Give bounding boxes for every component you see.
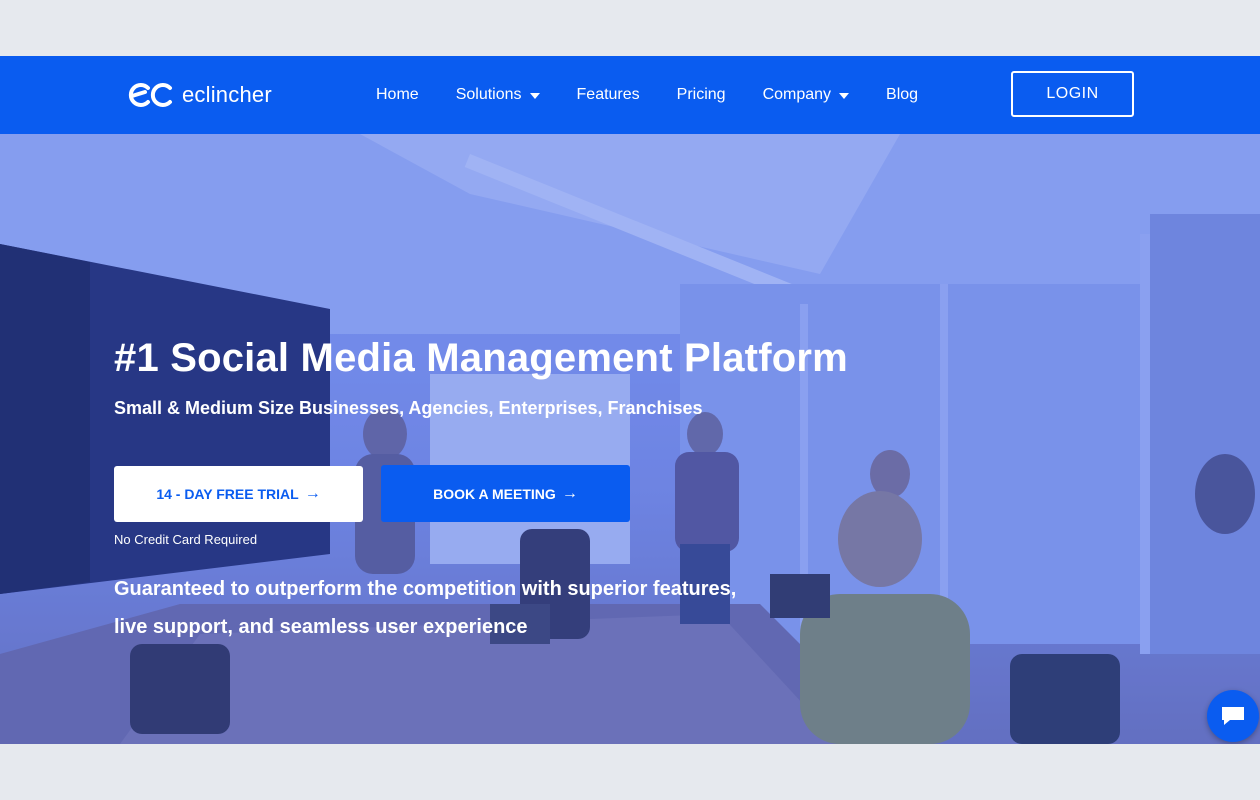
top-navbar: eclincher Home Solutions Features Pricin… [0,56,1260,134]
caret-down-icon [529,93,540,99]
tagline-line-2: live support, and seamless user experien… [114,616,528,638]
book-meeting-label: BOOK A MEETING [433,485,556,502]
nav-company-label: Company [762,86,832,103]
nav-features[interactable]: Features [577,86,640,104]
no-credit-card-note: No Credit Card Required [114,532,258,547]
hero-section: #1 Social Media Management Platform Smal… [0,134,1260,744]
nav-solutions-label: Solutions [455,86,522,103]
arrow-right-icon: → [561,484,578,502]
eclincher-logo-icon [128,83,172,107]
nav-solutions[interactable]: Solutions [456,86,540,104]
chat-bubble-icon [1222,707,1244,725]
tagline-line-1: Guaranteed to outperform the competition… [114,578,737,600]
nav-home[interactable]: Home [376,86,419,104]
page-frame: eclincher Home Solutions Features Pricin… [0,56,1260,744]
book-meeting-button[interactable]: BOOK A MEETING → [381,465,630,522]
free-trial-label: 14 - DAY FREE TRIAL [156,486,299,502]
nav-features-label: Features [576,86,640,103]
hero-overlay [0,134,1260,744]
brand-logo[interactable]: eclincher [128,77,272,113]
chat-launcher-button[interactable] [1207,690,1259,742]
caret-down-icon [839,93,850,99]
main-nav: Home Solutions Features Pricing Company … [376,56,918,134]
nav-blog-label: Blog [886,86,919,103]
nav-pricing[interactable]: Pricing [677,86,726,104]
nav-blog[interactable]: Blog [886,86,918,104]
nav-company[interactable]: Company [762,86,850,104]
nav-pricing-label: Pricing [676,86,726,103]
brand-name: eclincher [182,82,272,107]
hero-title: #1 Social Media Management Platform [114,336,848,380]
hero-tagline: Guaranteed to outperform the competition… [114,570,834,646]
login-button[interactable]: LOGIN [1011,71,1134,117]
free-trial-button[interactable]: 14 - DAY FREE TRIAL → [114,466,363,522]
hero-subtitle: Small & Medium Size Businesses, Agencies… [114,398,703,418]
nav-home-label: Home [376,86,419,103]
arrow-right-icon: → [304,485,321,502]
